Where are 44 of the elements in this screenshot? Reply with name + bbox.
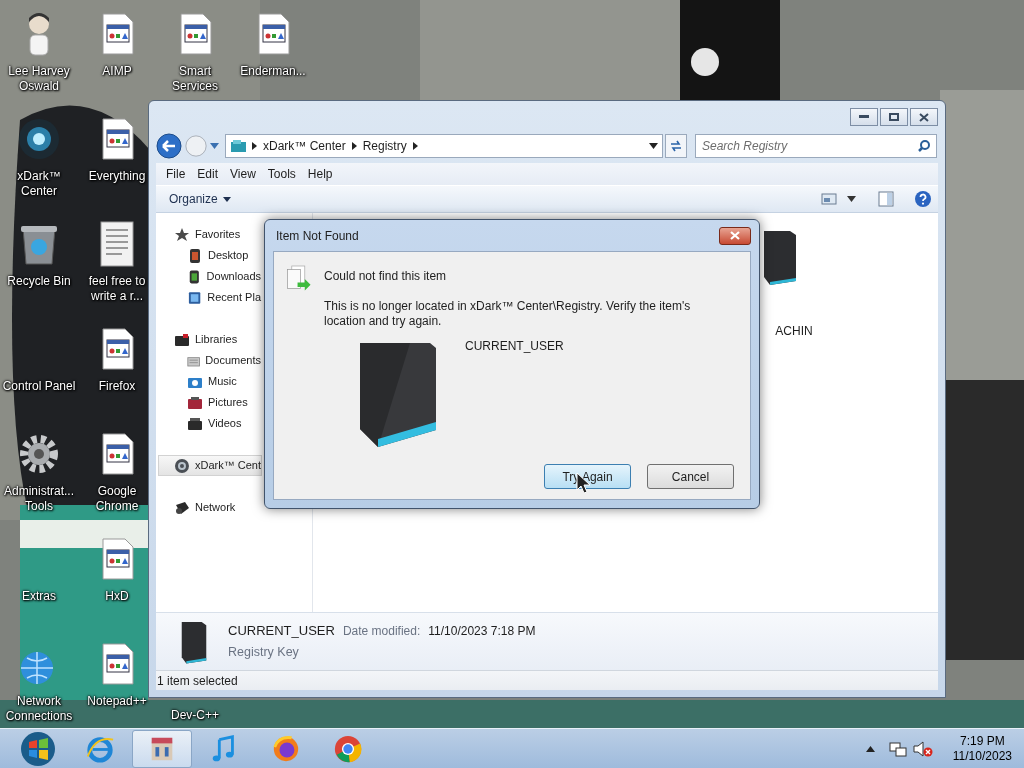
nav-item[interactable]: Documents	[158, 350, 262, 371]
desktop-icon-label[interactable]: Dev-C++	[170, 708, 220, 723]
dialog-message: This is no longer located in xDark™ Center\Registry. Verify the item's location and try again.	[324, 299, 692, 329]
item-name: CURRENT_USER	[465, 338, 564, 355]
organize-button[interactable]: Organize	[162, 188, 238, 210]
file-label[interactable]: ACHIN	[775, 322, 813, 340]
clock-date[interactable]: 11/10/2023	[952, 748, 1012, 764]
field-label: Date modified:	[342, 622, 421, 640]
menu-item[interactable]: Tools	[261, 165, 302, 183]
nav-item[interactable]: Music	[158, 371, 262, 392]
desktop-icon-label[interactable]: Enderman...	[239, 64, 307, 79]
nav-item[interactable]: Recent Pla	[158, 287, 262, 308]
nav-item[interactable]: Downloads	[158, 266, 262, 287]
desktop-icon-label[interactable]: xDark™ Center	[0, 169, 78, 199]
file-type: Registry Key	[228, 644, 300, 662]
menu-item[interactable]: Edit	[191, 165, 225, 183]
nav-item[interactable]: Videos	[158, 413, 262, 434]
dialog-heading: Could not find this item	[324, 268, 448, 285]
breadcrumb[interactable]: Registry	[360, 137, 409, 155]
desktop-icon-label[interactable]: Firefox	[97, 379, 137, 394]
desktop-icon-label[interactable]: feel free to write a r...	[86, 274, 148, 304]
desktop-icon-label[interactable]: Network Connections	[0, 694, 78, 724]
clock-time[interactable]: 7:19 PM	[960, 733, 1005, 749]
file-name: CURRENT_USER	[228, 621, 335, 640]
search-field[interactable]: Search Registry	[695, 134, 937, 158]
menu-item[interactable]: Help	[301, 165, 339, 183]
menu-item[interactable]: File	[160, 165, 192, 183]
date-value: 11/10/2023 7:18 PM	[428, 622, 536, 640]
desktop-icon-label[interactable]: Everything	[87, 169, 147, 184]
breadcrumb[interactable]: xDark™ Center	[261, 137, 348, 155]
address-bar[interactable]: xDark™ Center Registry	[225, 134, 663, 158]
nav-item[interactable]: xDark™ Cent	[158, 455, 262, 476]
menu-item[interactable]: View	[224, 165, 262, 183]
dialog-title: Item Not Found	[276, 227, 359, 245]
desktop-icon-label[interactable]: Control Panel	[1, 379, 77, 394]
dialog-button[interactable]: Cancel	[647, 464, 734, 489]
nav-item[interactable]: Libraries	[158, 329, 262, 350]
nav-item[interactable]: Favorites	[158, 224, 262, 245]
desktop-icon-label[interactable]: Recycle Bin	[6, 274, 72, 289]
desktop-icon-label[interactable]: Notepad++	[86, 694, 148, 709]
status-text: 1 item selected	[157, 672, 238, 690]
nav-item[interactable]: Desktop	[158, 245, 262, 266]
nav-item[interactable]: Pictures	[158, 392, 262, 413]
nav-item[interactable]: Network	[158, 497, 262, 518]
